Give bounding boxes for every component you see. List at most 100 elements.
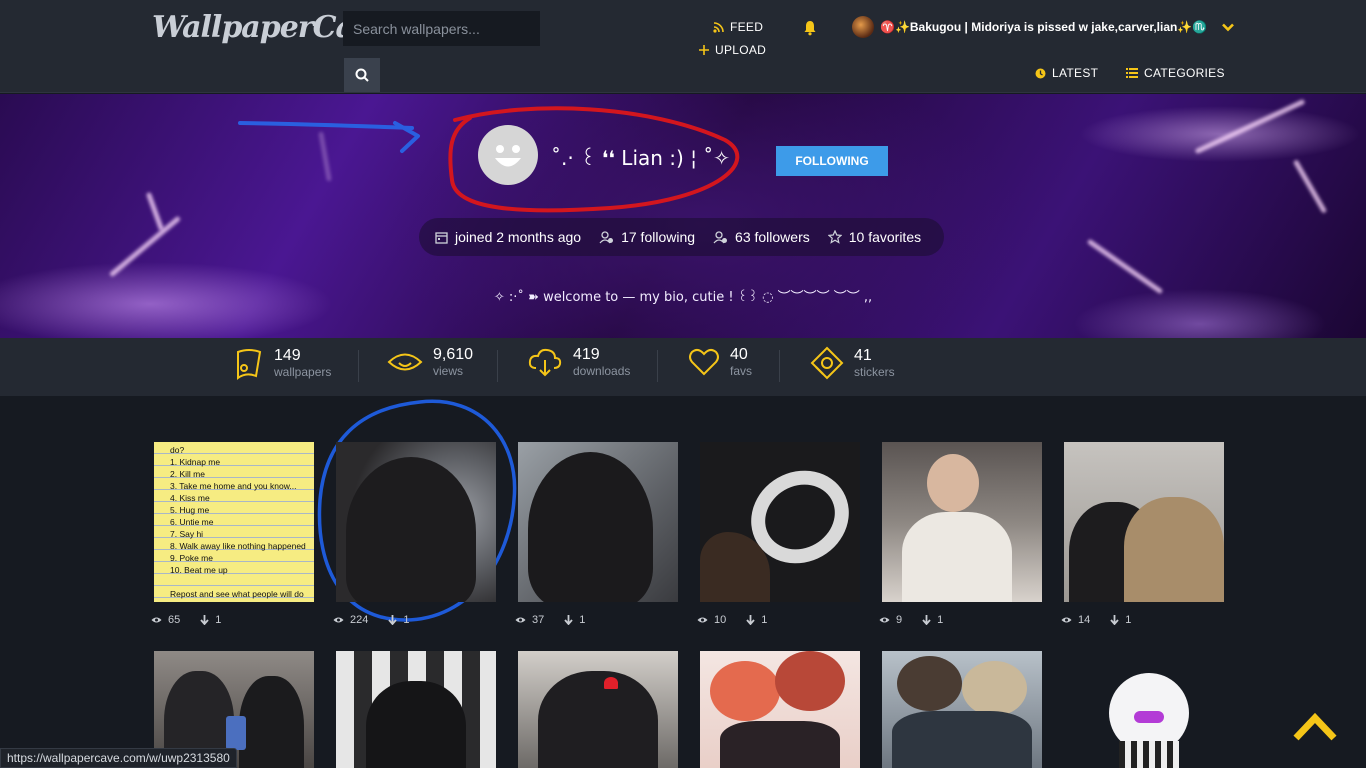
nav-feed[interactable]: FEED [713, 20, 763, 34]
download-arrow-icon [564, 615, 573, 625]
wallpaper-thumb[interactable] [336, 442, 496, 602]
download-arrow-icon [388, 615, 398, 625]
heart-icon [689, 348, 719, 376]
hair-shape [346, 457, 476, 602]
person-shape [538, 671, 658, 768]
site-header: WallpaperCave FEED UPLOAD ♈✨Bakugou | Mi… [0, 0, 1366, 93]
back-to-top-button[interactable] [1292, 712, 1338, 742]
sticker-shape [1119, 741, 1179, 768]
wallpaper-thumb[interactable] [882, 442, 1042, 602]
heart-sticker [604, 677, 618, 689]
eye-icon [1061, 617, 1072, 623]
wallpaper-thumb[interactable] [518, 442, 678, 602]
favorites-count[interactable]: 10 favorites [827, 229, 921, 245]
nav-upload-label: UPLOAD [715, 43, 767, 57]
followers-count[interactable]: 63 followers [713, 229, 810, 245]
star-icon [827, 230, 842, 244]
nav-categories[interactable]: CATEGORIES [1126, 66, 1225, 80]
sticker-thumb[interactable] [1064, 651, 1224, 768]
user-name: ♈✨Bakugou | Midoriya is pissed w jake,ca… [880, 20, 1208, 34]
banner-light [1292, 159, 1328, 214]
person-shape [902, 512, 1012, 602]
plus-icon [699, 45, 709, 55]
profile-bio: ✧ :·˚ ➽ welcome to — my bio, cutie ! ꒰꒱ … [493, 290, 873, 305]
stat-favs: 40 favs [688, 346, 752, 378]
thumb-stats: 9 1 [879, 614, 943, 626]
anime-hair [962, 661, 1027, 716]
thumb-stats: 65 1 [151, 614, 221, 626]
rss-icon [713, 21, 724, 33]
banner-light [108, 215, 182, 278]
user-menu[interactable]: ♈✨Bakugou | Midoriya is pissed w jake,ca… [852, 16, 1235, 38]
note-text: do? 1. Kidnap me 2. Kill me 3. Take me h… [170, 445, 306, 599]
profile-meta: joined 2 months ago 17 following 63 foll… [419, 218, 944, 256]
wallpaper-thumb[interactable] [336, 651, 496, 768]
nav-categories-label: CATEGORIES [1144, 66, 1225, 80]
wallpaper-thumb[interactable]: do? 1. Kidnap me 2. Kill me 3. Take me h… [154, 442, 314, 602]
wallpaper-thumb[interactable] [700, 442, 860, 602]
smiley-icon [495, 145, 521, 167]
sticker-icon [810, 346, 844, 380]
anime-hair [775, 651, 845, 711]
wallpaper-icon [237, 349, 262, 380]
stat-divider [497, 350, 498, 382]
bell-icon[interactable] [803, 20, 817, 36]
thumb-stats: 14 1 [1061, 614, 1131, 626]
chevron-down-icon[interactable] [1221, 20, 1235, 34]
anime-body [892, 711, 1032, 768]
stat-divider [657, 350, 658, 382]
nav-latest[interactable]: LATEST [1035, 66, 1098, 80]
user-followers-icon [713, 230, 728, 243]
stat-stickers[interactable]: 41 stickers [810, 346, 895, 380]
profile-banner: ˚.‧ ꒰ ❛❛ Lian :) ¦ ˚✧ FOLLOWING joined 2… [0, 94, 1366, 338]
nav-upload[interactable]: UPLOAD [699, 43, 766, 57]
eye-icon [515, 617, 526, 623]
nav-latest-label: LATEST [1052, 66, 1099, 80]
wallpaper-thumb[interactable] [518, 651, 678, 768]
person-shape [1124, 497, 1224, 602]
thumb-stats: 37 1 [515, 614, 585, 626]
eye-icon [879, 617, 890, 623]
cloud-download-icon [528, 348, 562, 377]
stat-divider [358, 350, 359, 382]
person-shape [366, 681, 466, 768]
joined-date: joined 2 months ago [435, 229, 581, 245]
search-input[interactable] [343, 11, 540, 46]
thumb-stats: 10 1 [697, 614, 767, 626]
person-shape [239, 676, 304, 768]
user-avatar [852, 16, 874, 38]
banner-light [318, 131, 332, 182]
eye-icon [333, 617, 344, 623]
profile-name: ˚.‧ ꒰ ❛❛ Lian :) ¦ ˚✧ [551, 146, 731, 170]
banner-light [145, 191, 165, 232]
stats-bar: 149 wallpapers 9,610 views 419 downloads 40… [0, 338, 1366, 396]
eye-icon [387, 353, 423, 371]
anime-body [720, 721, 840, 768]
search-icon [355, 68, 369, 82]
wallpaper-thumb[interactable] [882, 651, 1042, 768]
anime-hair [897, 656, 962, 711]
banner-light [1194, 98, 1306, 155]
search-button[interactable] [344, 58, 380, 92]
stat-views: 9,610 views [387, 346, 473, 378]
download-arrow-icon [200, 615, 209, 625]
person-shape [927, 454, 979, 512]
download-arrow-icon [922, 615, 931, 625]
eye-icon [697, 617, 708, 623]
phone-shape [226, 716, 246, 750]
stat-divider [779, 350, 780, 382]
download-arrow-icon [1110, 615, 1119, 625]
following-count[interactable]: 17 following [599, 229, 695, 245]
stat-wallpapers[interactable]: 149 wallpapers [234, 346, 331, 380]
wallpaper-thumb[interactable] [700, 651, 860, 768]
profile-avatar [478, 125, 538, 185]
following-button[interactable]: FOLLOWING [776, 146, 888, 176]
calendar-icon [435, 231, 448, 244]
stat-downloads: 419 downloads [527, 346, 630, 378]
thumb-stats: 224 1 [333, 614, 409, 626]
user-follow-icon [599, 230, 614, 243]
eye-icon [151, 617, 162, 623]
download-arrow-icon [746, 615, 755, 625]
clock-icon [1035, 68, 1046, 78]
wallpaper-thumb[interactable] [1064, 442, 1224, 602]
